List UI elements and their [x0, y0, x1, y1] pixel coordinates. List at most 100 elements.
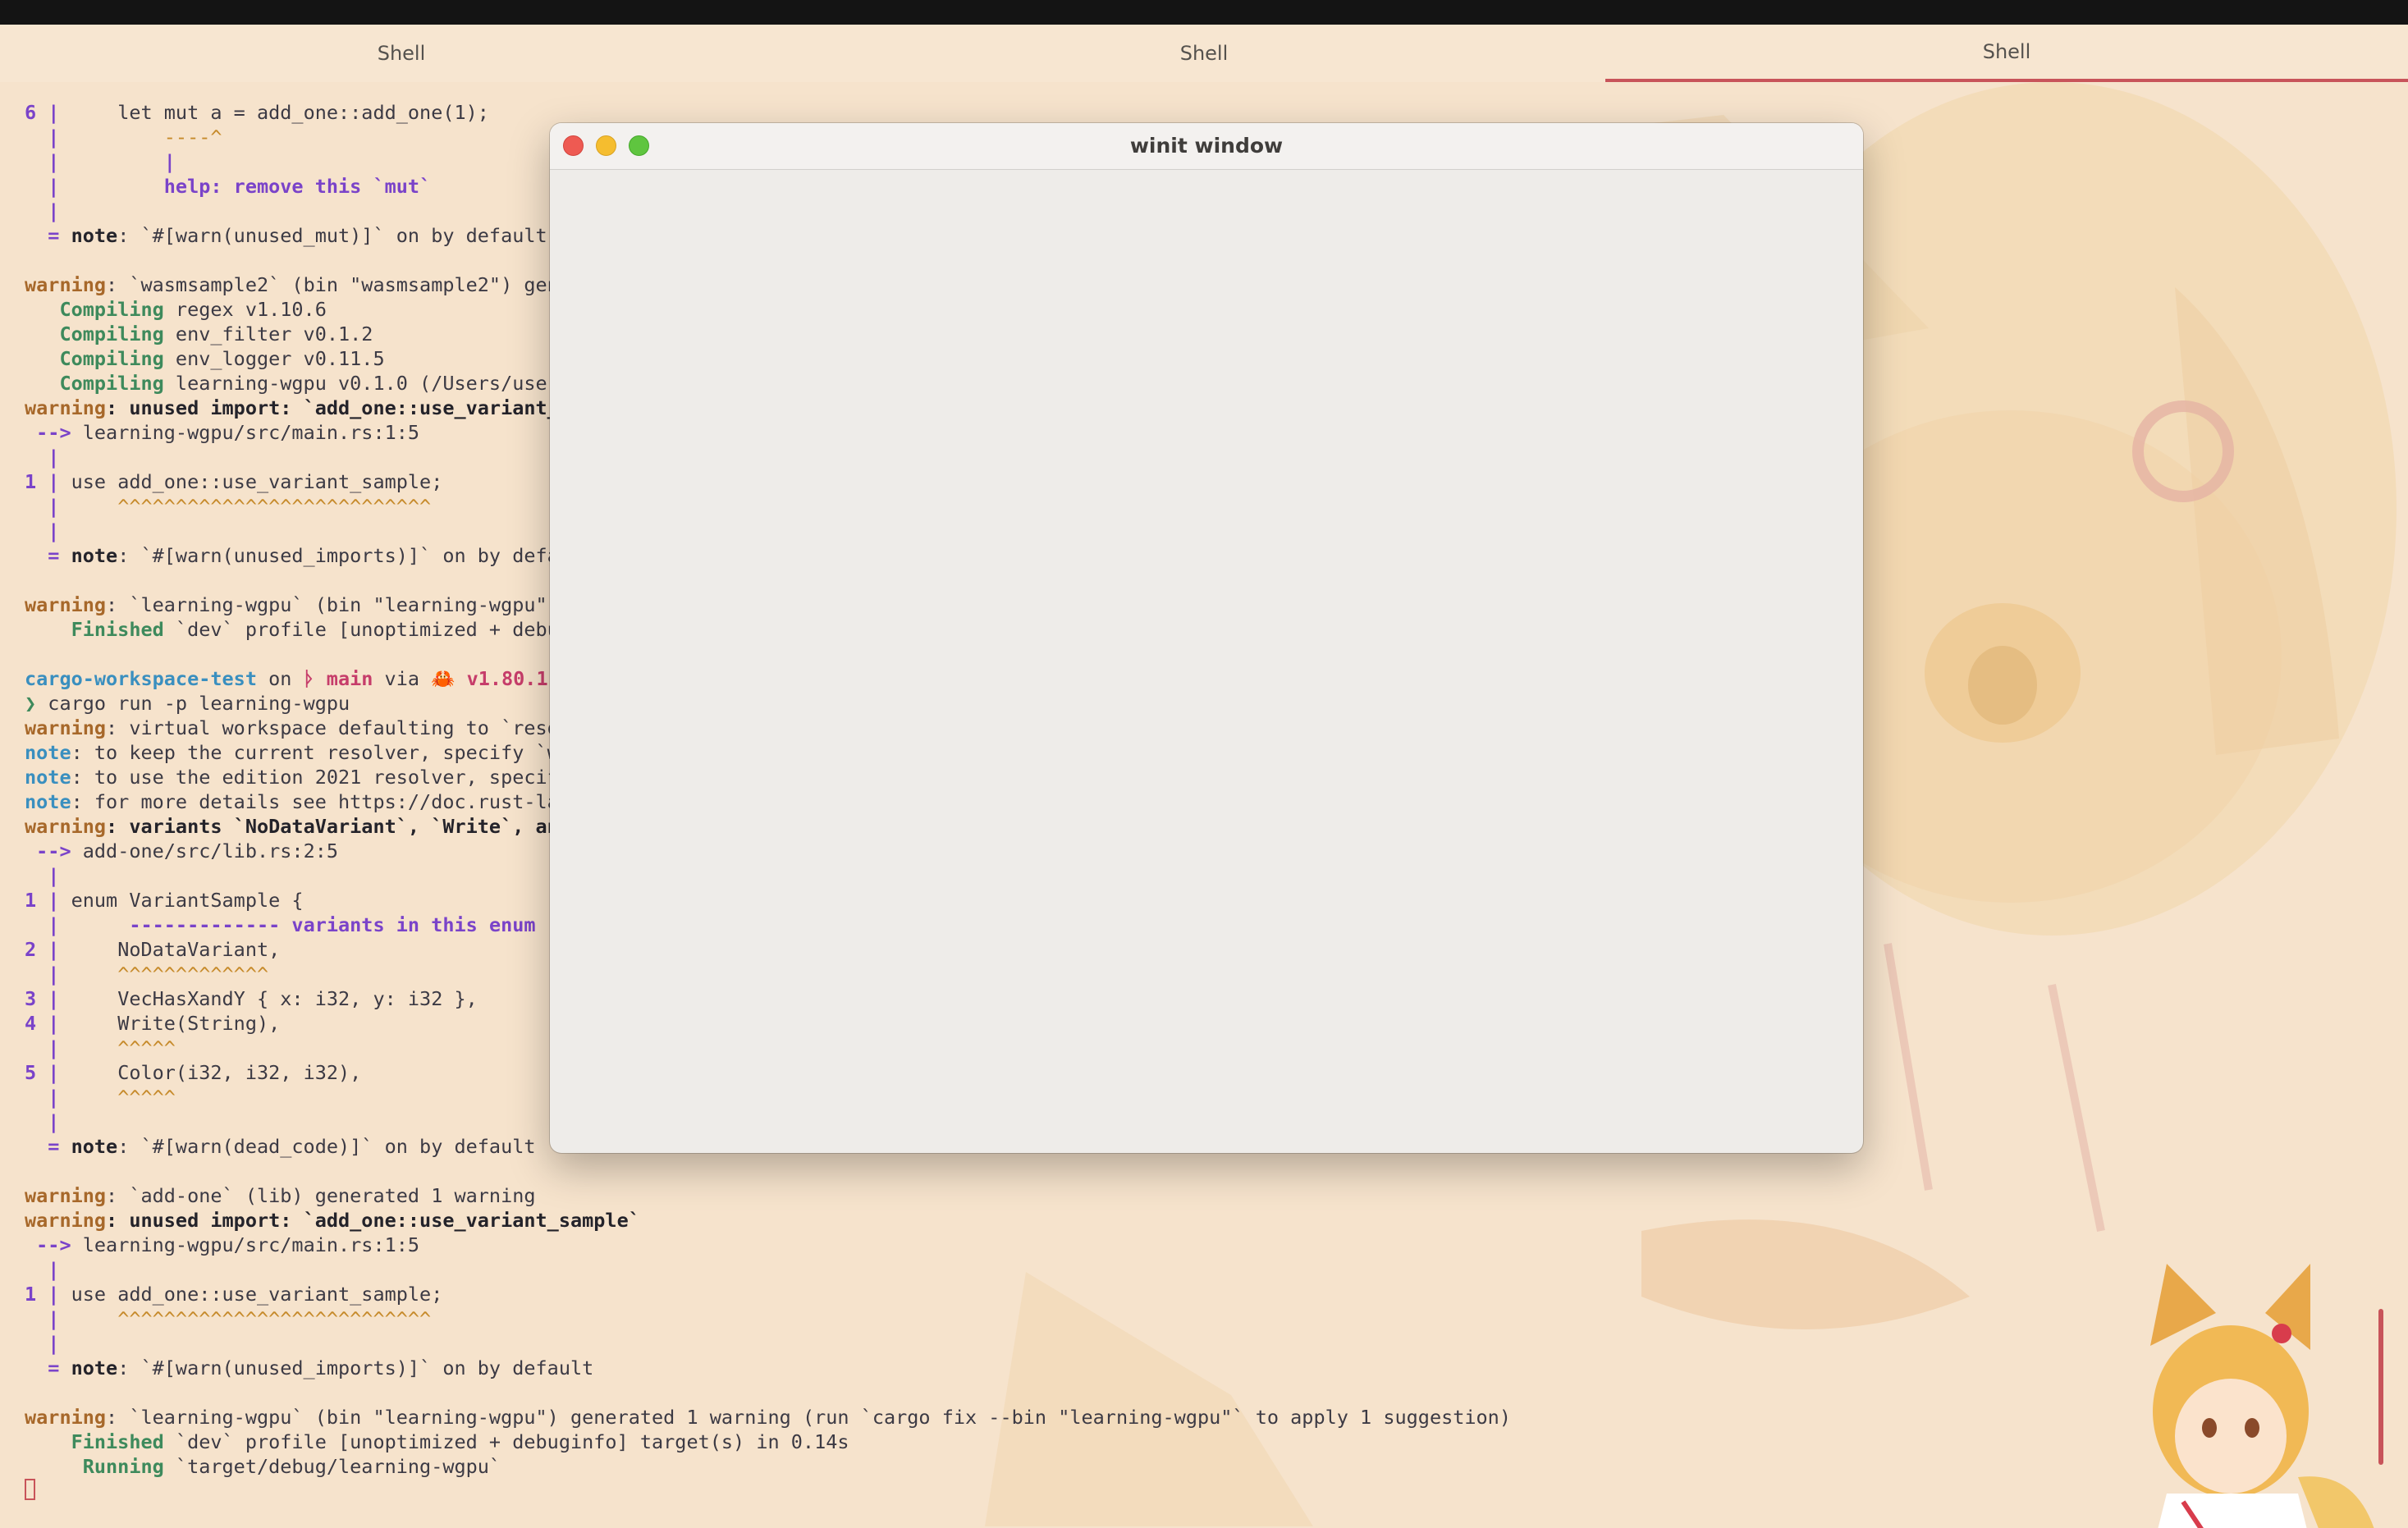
terminal-segment: | [25, 495, 60, 518]
terminal-segment: | [25, 1036, 60, 1059]
terminal-segment: note [71, 544, 118, 567]
terminal-segment: | [25, 1110, 60, 1133]
terminal-segment: | [25, 1086, 60, 1109]
terminal-segment: | [25, 1258, 60, 1281]
terminal-segment: help: remove this `mut` [59, 175, 432, 198]
terminal-segment: on [256, 667, 304, 690]
terminal-segment: = [25, 224, 71, 247]
terminal-segment: ^^^^^^^^^^^^^ [59, 963, 269, 986]
terminal-line: | [25, 1257, 59, 1282]
winit-content[interactable] [550, 170, 1863, 1153]
terminal-segment: | [25, 175, 60, 198]
terminal-line: 3 | VecHasXandY { x: i32, y: i32 }, [25, 986, 478, 1011]
terminal-line: | [25, 1109, 59, 1134]
terminal-line: | [25, 863, 59, 888]
terminal-segment: : to keep the current resolver, specify … [71, 741, 559, 764]
terminal-segment: : `#[warn(unused_imports)]` on by defaul… [117, 1356, 594, 1379]
terminal-segment: Write(String), [59, 1012, 281, 1035]
winit-window[interactable]: winit window [550, 123, 1863, 1153]
terminal-segment: env_filter v0.1.2 [163, 323, 373, 345]
terminal-segment: ----^ [59, 126, 222, 149]
terminal-segment: Compiling [25, 298, 164, 321]
terminal-line: | [25, 1331, 59, 1356]
terminal-segment: 4 [25, 1012, 48, 1035]
terminal-segment: cargo-workspace-test [25, 667, 257, 690]
terminal-segment: note [25, 741, 71, 764]
terminal-segment: env_logger v0.11.5 [163, 347, 385, 370]
terminal-line: | ^^^^^ [25, 1036, 176, 1060]
terminal-segment: | [25, 446, 60, 469]
terminal-segment: NoDataVariant, [59, 938, 281, 961]
terminal-line: note: to use the edition 2021 resolver, … [25, 765, 559, 789]
terminal-segment: : `#[warn(dead_code)]` on by default [117, 1135, 536, 1158]
terminal-segment: 3 [25, 987, 48, 1010]
terminal-line: | help: remove this `mut` [25, 174, 431, 199]
terminal-segment: Finished [25, 1430, 164, 1453]
terminal-segment: learning-wgpu/src/main.rs:1:5 [82, 421, 420, 444]
terminal-segment: 🦀 v1.80.1 [431, 667, 548, 690]
terminal-line: Finished `dev` profile [unoptimized + de… [25, 617, 629, 642]
terminal-line: --> learning-wgpu/src/main.rs:1:5 [25, 1233, 419, 1257]
terminal-segment: | [25, 199, 60, 222]
terminal-line: warning: `add-one` (lib) generated 1 war… [25, 1183, 536, 1208]
terminal-segment: Finished [25, 618, 164, 641]
terminal-line: | ^^^^^^^^^^^^^ [25, 962, 268, 986]
terminal-segment: warning [25, 716, 107, 739]
terminal-segment: `target/debug/learning-wgpu` [163, 1455, 501, 1478]
terminal-line: | ^^^^^ [25, 1085, 176, 1109]
terminal-segment: ^^^^^^^^^^^^^^^^^^^^^^^^^^^ [59, 1307, 432, 1330]
terminal-segment: | [48, 470, 60, 493]
terminal-segment: ᚦ main [303, 667, 373, 690]
terminal-segment: | [25, 864, 60, 887]
terminal-line: 6 | let mut a = add_one::add_one(1); [25, 100, 489, 125]
terminal-line: --> learning-wgpu/src/main.rs:1:5 [25, 420, 419, 445]
winit-titlebar[interactable]: winit window [550, 123, 1863, 170]
terminal-line: | | [25, 149, 176, 174]
terminal-segment: Color(i32, i32, i32), [59, 1061, 362, 1084]
terminal-line: warning: unused import: `add_one::use_va… [25, 396, 559, 420]
terminal-segment: 1 [25, 889, 48, 912]
terminal-scrollbar[interactable] [2378, 1309, 2383, 1465]
terminal-segment: VecHasXandY { x: i32, y: i32 }, [59, 987, 478, 1010]
terminal-line: Compiling env_filter v0.1.2 [25, 322, 373, 346]
terminal-segment: Running [25, 1455, 164, 1478]
terminal-segment: : unused import: `add_one::use_variant_ [106, 396, 559, 419]
terminal-segment: | [25, 963, 60, 986]
terminal-segment: | [48, 1061, 60, 1084]
tab-shell-3[interactable]: Shell [1605, 25, 2408, 82]
terminal-segment: | [59, 150, 176, 173]
terminal-segment: | [25, 1307, 60, 1330]
terminal-line: | ^^^^^^^^^^^^^^^^^^^^^^^^^^^ [25, 494, 431, 519]
tab-shell-2[interactable]: Shell [803, 25, 1605, 82]
terminal-segment: ^^^^^^^^^^^^^^^^^^^^^^^^^^^ [59, 495, 432, 518]
terminal-line: cargo-workspace-test on ᚦ main via 🦀 v1.… [25, 666, 548, 691]
terminal-segment: | [25, 150, 60, 173]
terminal-segment: cargo run -p learning-wgpu [36, 692, 350, 715]
terminal-segment: : `#[warn(unused_mut)]` on by default [117, 224, 547, 247]
terminal-line: warning: variants `NoDataVariant`, `Writ… [25, 814, 570, 839]
terminal-segment: : `#[warn(unused_imports)]` on by defaul… [117, 544, 594, 567]
terminal-line: 2 | NoDataVariant, [25, 937, 280, 962]
terminal-line: Compiling env_logger v0.11.5 [25, 346, 385, 371]
terminal-segment: : `learning-wgpu` (bin "learning-wgpu") … [106, 1406, 1511, 1429]
terminal-segment: | [25, 913, 60, 936]
terminal-line: = note: `#[warn(unused_imports)]` on by … [25, 1356, 593, 1380]
terminal-segment: --> [25, 1233, 83, 1256]
terminal-segment: ^^^^^ [59, 1086, 176, 1109]
terminal-line: Compiling regex v1.10.6 [25, 297, 326, 322]
terminal-line: 5 | Color(i32, i32, i32), [25, 1060, 361, 1085]
terminal-segment: : `learning-wgpu` (bin "learning-wgpu") [106, 593, 559, 616]
terminal-segment: warning [25, 1406, 107, 1429]
tab-bar: Shell Shell Shell [0, 25, 2408, 82]
terminal-segment: | [48, 987, 60, 1010]
terminal-segment: Compiling [25, 347, 164, 370]
terminal-segment: note [71, 1356, 118, 1379]
terminal-segment: : virtual workspace defaulting to `resol… [106, 716, 606, 739]
tab-shell-1[interactable]: Shell [0, 25, 803, 82]
terminal-segment: | [48, 1012, 60, 1035]
terminal-segment: warning [25, 593, 107, 616]
terminal-segment: 2 [25, 938, 48, 961]
terminal-cursor [25, 1479, 35, 1500]
terminal-line: | [25, 199, 59, 223]
terminal-segment: warning [25, 273, 107, 296]
